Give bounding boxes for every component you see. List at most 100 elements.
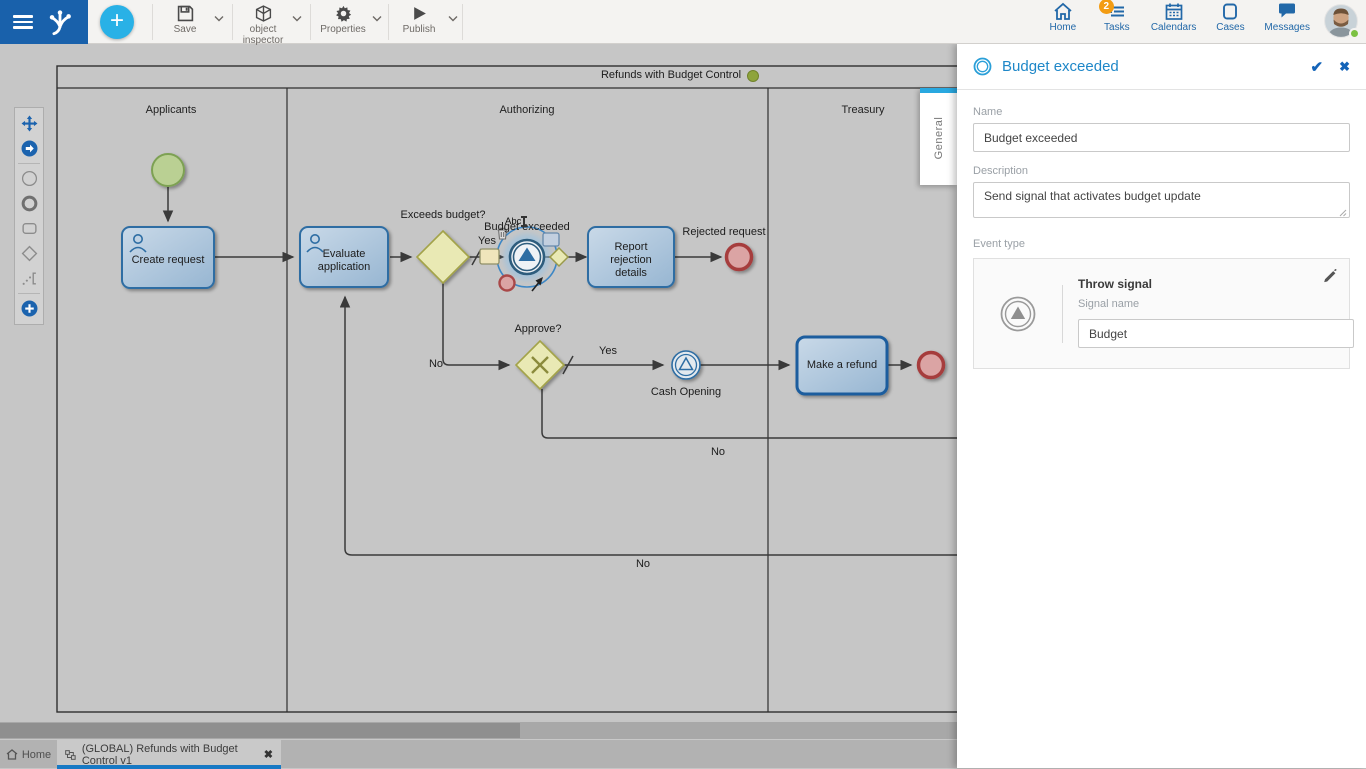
gateway-exceeds-budget[interactable]	[417, 231, 469, 283]
cases-icon	[1220, 2, 1240, 21]
close-panel-icon[interactable]: ✖	[1339, 59, 1350, 75]
task-label-refund: Make a refund	[797, 337, 887, 394]
publish-button[interactable]: Publish	[390, 3, 448, 35]
hamburger-menu-icon[interactable]	[13, 15, 33, 29]
context-append-gateway-icon[interactable]	[550, 248, 568, 266]
toolbar-separator	[152, 4, 153, 40]
tab-close-icon[interactable]: ✖	[264, 748, 273, 761]
play-icon	[411, 5, 428, 22]
pool-status-dot	[747, 70, 759, 82]
flow-label-no-2: No	[698, 446, 738, 459]
tab-active-process[interactable]: (GLOBAL) Refunds with Budget Control v1 …	[57, 740, 281, 769]
context-append-end-event-icon[interactable]	[500, 276, 515, 291]
annotation-tool[interactable]	[15, 266, 43, 291]
save-dropdown-chevron-icon[interactable]	[214, 15, 224, 22]
tool-palette	[14, 107, 44, 325]
context-append-subprocess-icon[interactable]	[543, 233, 559, 246]
object-inspector-chevron-icon[interactable]	[292, 15, 302, 22]
move-tool[interactable]	[15, 111, 43, 136]
end-event-rejected[interactable]	[727, 245, 752, 270]
publish-chevron-icon[interactable]	[448, 15, 458, 22]
gateway-tool[interactable]	[15, 241, 43, 266]
logo-block	[0, 0, 88, 44]
start-event-tool[interactable]	[15, 166, 43, 191]
palette-divider	[18, 163, 40, 164]
throw-signal-icon	[999, 295, 1037, 333]
properties-panel: Budget exceeded ✔ ✖ Name Description Sen…	[957, 44, 1366, 768]
message-bubble-icon	[1277, 2, 1297, 21]
lane-label-treasury[interactable]: Treasury	[803, 104, 923, 117]
horizontal-scrollbar[interactable]	[0, 722, 957, 739]
event-cash-opening[interactable]	[672, 351, 700, 379]
name-input[interactable]	[973, 123, 1350, 152]
context-append-task-icon[interactable]	[480, 249, 499, 264]
pool-title-text: Refunds with Budget Control	[601, 69, 741, 82]
tasks-badge: 2	[1099, 0, 1114, 14]
scrollbar-thumb[interactable]	[0, 723, 520, 738]
active-tab-underline	[57, 765, 281, 769]
process-tab-icon	[65, 749, 76, 761]
rename-icon[interactable]: Abc	[505, 216, 525, 227]
toolbar-separator	[232, 4, 233, 40]
gateway-label-approve: Approve?	[488, 323, 588, 336]
event-label-cash-opening: Cash Opening	[636, 386, 736, 399]
add-element-tool[interactable]	[15, 296, 43, 321]
name-label: Name	[973, 106, 1350, 118]
confirm-icon[interactable]: ✔	[1311, 58, 1324, 76]
toolbar-separator	[310, 4, 311, 40]
flow-label-no-3: No	[623, 558, 663, 571]
nav-calendars[interactable]: Calendars	[1151, 2, 1197, 33]
nav-cases[interactable]: Cases	[1210, 2, 1250, 33]
description-label: Description	[973, 165, 1350, 177]
gateway-approve[interactable]	[516, 341, 564, 389]
start-event[interactable]	[152, 154, 184, 186]
cube-icon	[255, 5, 272, 22]
signal-name-input[interactable]	[1078, 319, 1354, 348]
object-inspector-button[interactable]: object inspector	[234, 3, 292, 46]
end-event-refund[interactable]	[919, 353, 944, 378]
event-label-budget-exceeded: Budget exceeded	[477, 221, 577, 234]
edit-pencil-icon[interactable]	[1323, 269, 1337, 283]
save-icon	[177, 5, 194, 22]
add-new-button[interactable]: +	[100, 5, 134, 39]
signal-name-label: Signal name	[1078, 298, 1321, 310]
online-status-dot	[1349, 28, 1360, 39]
resize-grip-icon[interactable]	[1339, 209, 1347, 217]
properties-chevron-icon[interactable]	[372, 15, 382, 22]
flow-label-yes-2: Yes	[588, 345, 628, 358]
palette-divider	[18, 293, 40, 294]
throw-signal-title: Throw signal	[1078, 277, 1321, 291]
nav-tasks[interactable]: 2 Tasks	[1097, 2, 1137, 33]
panel-title: Budget exceeded	[1002, 58, 1311, 75]
flow-label-no-1: No	[416, 358, 456, 371]
event-type-label: Event type	[973, 238, 1350, 250]
general-tab-accent	[920, 88, 957, 93]
flow-label-yes-1: Yes	[467, 235, 507, 248]
task-tool[interactable]	[15, 216, 43, 241]
event-budget-exceeded[interactable]	[510, 240, 544, 274]
tab-general[interactable]: General	[920, 88, 957, 185]
nav-home[interactable]: Home	[1043, 2, 1083, 33]
nav-messages[interactable]: Messages	[1264, 2, 1310, 33]
toolbar-separator	[462, 4, 463, 40]
lane-label-applicants[interactable]: Applicants	[111, 104, 231, 117]
properties-button[interactable]: Properties	[314, 3, 372, 35]
tab-home[interactable]: Home	[0, 740, 57, 769]
end-event-tool[interactable]	[15, 191, 43, 216]
lane-label-authorizing[interactable]: Authorizing	[467, 104, 587, 117]
task-label-create-request: Create request	[122, 233, 214, 288]
document-tab-bar: Home (GLOBAL) Refunds with Budget Contro…	[0, 739, 957, 768]
connect-tool[interactable]	[15, 136, 43, 161]
panel-header: Budget exceeded ✔ ✖	[957, 44, 1366, 90]
gear-icon	[335, 5, 352, 22]
user-avatar[interactable]	[1324, 4, 1358, 38]
save-button[interactable]: Save	[156, 3, 214, 35]
intermediate-event-icon	[973, 57, 992, 76]
text-cursor-icon	[523, 216, 525, 227]
processmaker-logo-icon[interactable]	[45, 6, 75, 38]
event-label-rejected: Rejected request	[674, 226, 774, 239]
task-label-report: Report rejection details	[596, 233, 666, 288]
toolbar-separator	[388, 4, 389, 40]
pool-title[interactable]: Refunds with Budget Control	[530, 69, 830, 82]
description-input[interactable]: Send signal that activates budget update	[973, 182, 1350, 218]
